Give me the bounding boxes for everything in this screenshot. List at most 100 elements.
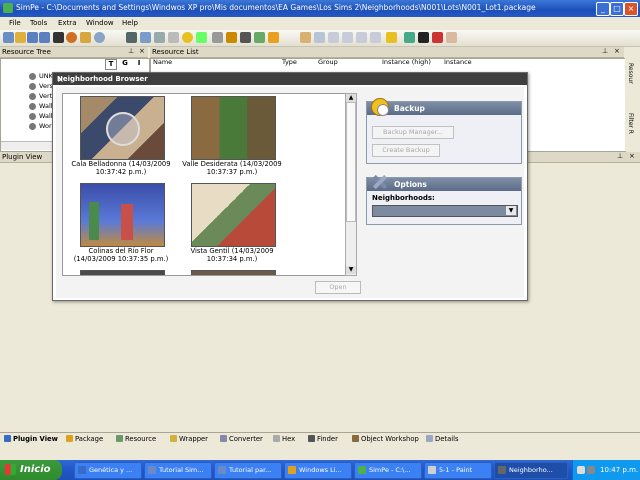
scroll-up-arrow[interactable]: ▲ bbox=[346, 94, 356, 102]
create-backup-button[interactable]: Create Backup bbox=[372, 144, 440, 157]
tab-resource[interactable]: Resource bbox=[116, 435, 156, 443]
neighborhood-thumbnail[interactable] bbox=[191, 270, 276, 275]
tool-icon-8[interactable] bbox=[268, 32, 279, 43]
clock[interactable]: 10:47 p.m. bbox=[600, 466, 638, 474]
neighborhood-thumbnail[interactable] bbox=[80, 183, 165, 247]
tool-icon-11[interactable] bbox=[328, 32, 339, 43]
neighborhood-caption[interactable]: Vista Gentil (14/03/2009 10:37:34 p.m.) bbox=[172, 247, 292, 263]
dialog-close-icon[interactable]: × bbox=[57, 75, 523, 84]
close-pane-icon[interactable]: × bbox=[139, 47, 145, 55]
tool-icon-3[interactable] bbox=[154, 32, 165, 43]
open-button[interactable]: Open bbox=[315, 281, 361, 294]
tool-icon-6[interactable] bbox=[240, 32, 251, 43]
tab-object-workshop[interactable]: Object Workshop bbox=[352, 435, 419, 443]
tab-plugin-view[interactable]: Plugin View bbox=[4, 435, 58, 443]
volume-icon[interactable] bbox=[587, 466, 595, 474]
column-header-instance[interactable]: Instance bbox=[444, 58, 472, 66]
tool-icon-1[interactable] bbox=[126, 32, 137, 43]
menu-help[interactable]: Help bbox=[122, 19, 138, 27]
refresh-icon[interactable] bbox=[404, 32, 415, 43]
pin-icon[interactable]: ⊥ bbox=[602, 47, 608, 55]
tab-converter[interactable]: Converter bbox=[220, 435, 263, 443]
menu-bar: File Tools Extra Window Help bbox=[0, 17, 640, 30]
tool-icon-4[interactable] bbox=[168, 32, 179, 43]
dialog-title-bar: Neighborhood Browser × bbox=[53, 73, 527, 85]
tool-icon-14[interactable] bbox=[370, 32, 381, 43]
chevron-down-icon[interactable]: ▼ bbox=[506, 206, 516, 215]
tree-button-t[interactable]: T bbox=[105, 59, 117, 70]
task-item[interactable]: Tutorial Sim... bbox=[144, 462, 212, 479]
column-header-name[interactable]: Name bbox=[153, 58, 172, 66]
neighborhoods-dropdown[interactable]: ▼ bbox=[372, 205, 518, 217]
open-icon[interactable] bbox=[15, 32, 26, 43]
tool-icon-13[interactable] bbox=[356, 32, 367, 43]
neighborhood-thumbnail[interactable] bbox=[191, 183, 276, 247]
tab-finder[interactable]: Finder bbox=[308, 435, 338, 443]
tab-package[interactable]: Package bbox=[66, 435, 103, 443]
eraser-icon[interactable] bbox=[446, 32, 457, 43]
tab-wrapper[interactable]: Wrapper bbox=[170, 435, 208, 443]
pin-icon[interactable]: ⊥ bbox=[617, 152, 623, 160]
neighborhood-caption[interactable]: Colinas del Río Flor (14/03/2009 10:37:35… bbox=[63, 247, 181, 263]
task-item[interactable]: SimPe - C:\... bbox=[354, 462, 422, 479]
maximize-button[interactable]: □ bbox=[610, 2, 624, 16]
hint-icon[interactable] bbox=[182, 32, 193, 43]
column-header-group[interactable]: Group bbox=[318, 58, 338, 66]
neighborhood-browser-dialog: Neighborhood Browser × Cala Belladonna (… bbox=[52, 72, 528, 301]
tree-button-i[interactable]: I bbox=[134, 59, 144, 68]
task-item[interactable]: Windows Li... bbox=[284, 462, 352, 479]
neighborhood-thumbnail[interactable] bbox=[80, 96, 165, 160]
cut-icon[interactable] bbox=[212, 32, 223, 43]
tab-hex[interactable]: Hex bbox=[273, 435, 295, 443]
tab-details[interactable]: Details bbox=[426, 435, 459, 443]
menu-tools[interactable]: Tools bbox=[30, 19, 47, 27]
neighborhood-caption[interactable]: Valle Desiderata (14/03/2009 10:37:37 p.m… bbox=[172, 160, 292, 176]
backup-manager-button[interactable]: Backup Manager... bbox=[372, 126, 454, 139]
network-icon[interactable] bbox=[577, 466, 585, 474]
save-as-icon[interactable] bbox=[39, 32, 50, 43]
column-header-type[interactable]: Type bbox=[282, 58, 297, 66]
task-item[interactable]: 5-1 - Paint bbox=[424, 462, 492, 479]
tree-item[interactable]: Wall bbox=[29, 102, 53, 110]
tool-icon-16[interactable] bbox=[418, 32, 429, 43]
tool-icon-10[interactable] bbox=[314, 32, 325, 43]
close-package-icon[interactable] bbox=[53, 32, 64, 43]
tool-icon-15[interactable] bbox=[386, 32, 397, 43]
new-icon[interactable] bbox=[3, 32, 14, 43]
pin-icon[interactable]: ⊥ bbox=[128, 47, 134, 55]
close-button[interactable]: × bbox=[624, 2, 638, 16]
neighborhood-thumbnail[interactable] bbox=[80, 270, 165, 275]
task-item[interactable]: Genética y ... bbox=[74, 462, 142, 479]
tool-icon-17[interactable] bbox=[432, 32, 443, 43]
lot-icon[interactable] bbox=[80, 32, 91, 43]
search-icon[interactable] bbox=[94, 32, 105, 43]
save-icon[interactable] bbox=[27, 32, 38, 43]
tool-icon-5[interactable] bbox=[196, 32, 207, 43]
neighborhood-thumbnail[interactable] bbox=[191, 96, 276, 160]
neighborhood-caption[interactable]: Cala Belladonna (14/03/2009 10:37:42 p.m.… bbox=[63, 160, 181, 176]
menu-window[interactable]: Window bbox=[86, 19, 114, 27]
close-pane-icon[interactable]: × bbox=[614, 47, 620, 55]
tree-button-g[interactable]: G bbox=[120, 59, 130, 68]
menu-file[interactable]: File bbox=[9, 19, 21, 27]
close-pane-icon[interactable]: × bbox=[629, 152, 635, 160]
side-tab-resource[interactable]: Resour bbox=[627, 63, 634, 84]
column-header-instance-high[interactable]: Instance (high) bbox=[382, 58, 431, 66]
side-tab-strip: Resour Filter R bbox=[625, 47, 640, 151]
tool-icon-2[interactable] bbox=[140, 32, 151, 43]
task-item-active[interactable]: Neighborho... bbox=[494, 462, 568, 479]
start-button[interactable]: Inicio bbox=[0, 460, 62, 480]
minimize-button[interactable]: _ bbox=[596, 2, 610, 16]
dialog-body: Cala Belladonna (14/03/2009 10:37:42 p.m.… bbox=[56, 87, 524, 298]
neighborhood-icon[interactable] bbox=[66, 32, 77, 43]
menu-extra[interactable]: Extra bbox=[58, 19, 76, 27]
tool-icon-12[interactable] bbox=[342, 32, 353, 43]
tool-icon-7[interactable] bbox=[254, 32, 265, 43]
grid-scrollbar[interactable]: ▲ ▼ bbox=[345, 93, 357, 276]
paste-icon[interactable] bbox=[226, 32, 237, 43]
scroll-thumb[interactable] bbox=[346, 102, 356, 222]
task-item[interactable]: Tutorial par... bbox=[214, 462, 282, 479]
tool-icon-9[interactable] bbox=[300, 32, 311, 43]
side-tab-filter[interactable]: Filter R bbox=[627, 113, 634, 134]
scroll-down-arrow[interactable]: ▼ bbox=[346, 266, 356, 274]
